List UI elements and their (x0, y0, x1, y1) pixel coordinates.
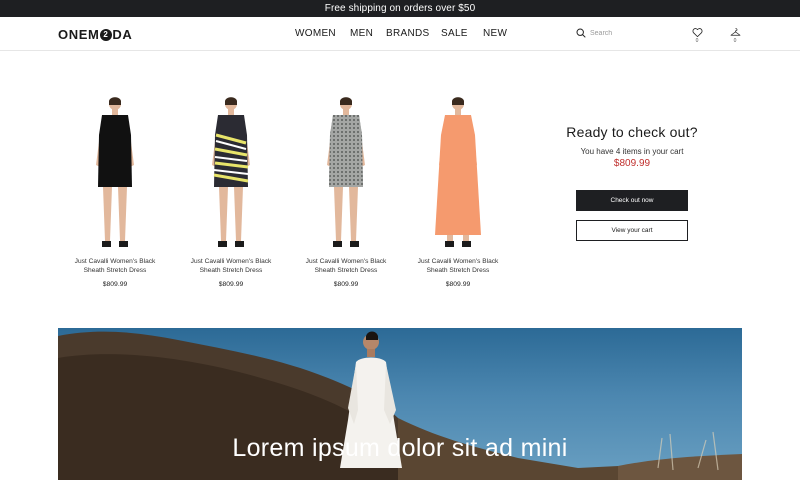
logo-prefix: ONEM (58, 27, 100, 42)
search-bar[interactable] (576, 28, 660, 38)
product-card[interactable]: Just Cavalli Women's Black Sheath Stretc… (174, 95, 288, 288)
announcement-bar: Free shipping on orders over $50 (0, 0, 800, 17)
nav-brands[interactable]: BRANDS (386, 28, 429, 39)
product-image[interactable] (174, 95, 288, 253)
brand-logo[interactable]: ONEM 2 DA (58, 27, 132, 42)
nav-men[interactable]: MEN (350, 28, 373, 39)
product-image[interactable] (401, 95, 515, 253)
product-name[interactable]: Just Cavalli Women's Black Sheath Stretc… (58, 258, 172, 275)
hero-banner[interactable]: Lorem ipsum dolor sit ad mini (58, 328, 742, 480)
product-price: $809.99 (333, 281, 359, 288)
product-card[interactable]: Just Cavalli Women's Black Sheath Stretc… (401, 95, 515, 288)
product-price: $809.99 (445, 281, 471, 288)
search-icon[interactable] (576, 28, 586, 38)
cart-button[interactable]: 0 (728, 27, 742, 44)
search-input[interactable] (590, 29, 660, 37)
checkout-now-button[interactable]: Check out now (576, 190, 688, 211)
hanger-icon (730, 28, 740, 36)
logo-circle: 2 (99, 28, 112, 41)
product-name[interactable]: Just Cavalli Women's Black Sheath Stretc… (174, 258, 288, 275)
cart-total: $809.99 (613, 158, 651, 169)
view-cart-button[interactable]: View your cart (576, 220, 688, 241)
product-name[interactable]: Just Cavalli Women's Black Sheath Stretc… (289, 258, 403, 275)
cart-count: 0 (733, 38, 737, 44)
wishlist-button[interactable]: 0 (690, 27, 704, 44)
product-image[interactable] (289, 95, 403, 253)
dress-illustration (96, 97, 134, 247)
nav-new[interactable]: NEW (483, 28, 507, 39)
nav-women[interactable]: WOMEN (295, 28, 336, 39)
product-card[interactable]: Just Cavalli Women's Black Sheath Stretc… (289, 95, 403, 288)
checkout-title: Ready to check out? (566, 124, 698, 140)
nav-sale[interactable]: SALE (441, 28, 468, 39)
dress-illustration (212, 97, 250, 247)
product-name[interactable]: Just Cavalli Women's Black Sheath Stretc… (401, 258, 515, 275)
product-image[interactable] (58, 95, 172, 253)
site-header: ONEM2DA WOMEN MEN BRANDS SALE NEW 0 0 (0, 17, 800, 51)
product-card[interactable]: Just Cavalli Women's Black Sheath Stretc… (58, 95, 172, 288)
product-price: $809.99 (218, 281, 244, 288)
wishlist-count: 0 (695, 38, 699, 44)
cart-summary: You have 4 items in your cart (580, 147, 684, 156)
checkout-panel: Ready to check out? You have 4 items in … (560, 124, 704, 241)
dress-illustration (327, 97, 365, 247)
hero-headline: Lorem ipsum dolor sit ad mini (232, 434, 568, 462)
heart-icon (692, 28, 702, 38)
announcement-text: Free shipping on orders over $50 (324, 3, 476, 14)
product-price: $809.99 (102, 281, 128, 288)
dress-illustration (435, 97, 481, 247)
logo-suffix: DA (112, 27, 133, 42)
